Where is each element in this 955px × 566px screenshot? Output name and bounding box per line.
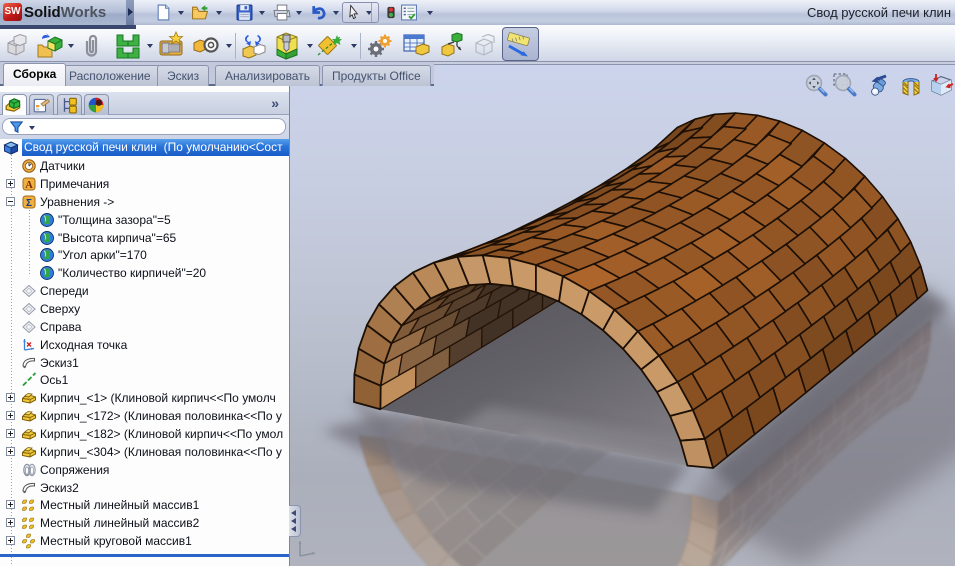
svg-text:A: A [25,180,33,191]
